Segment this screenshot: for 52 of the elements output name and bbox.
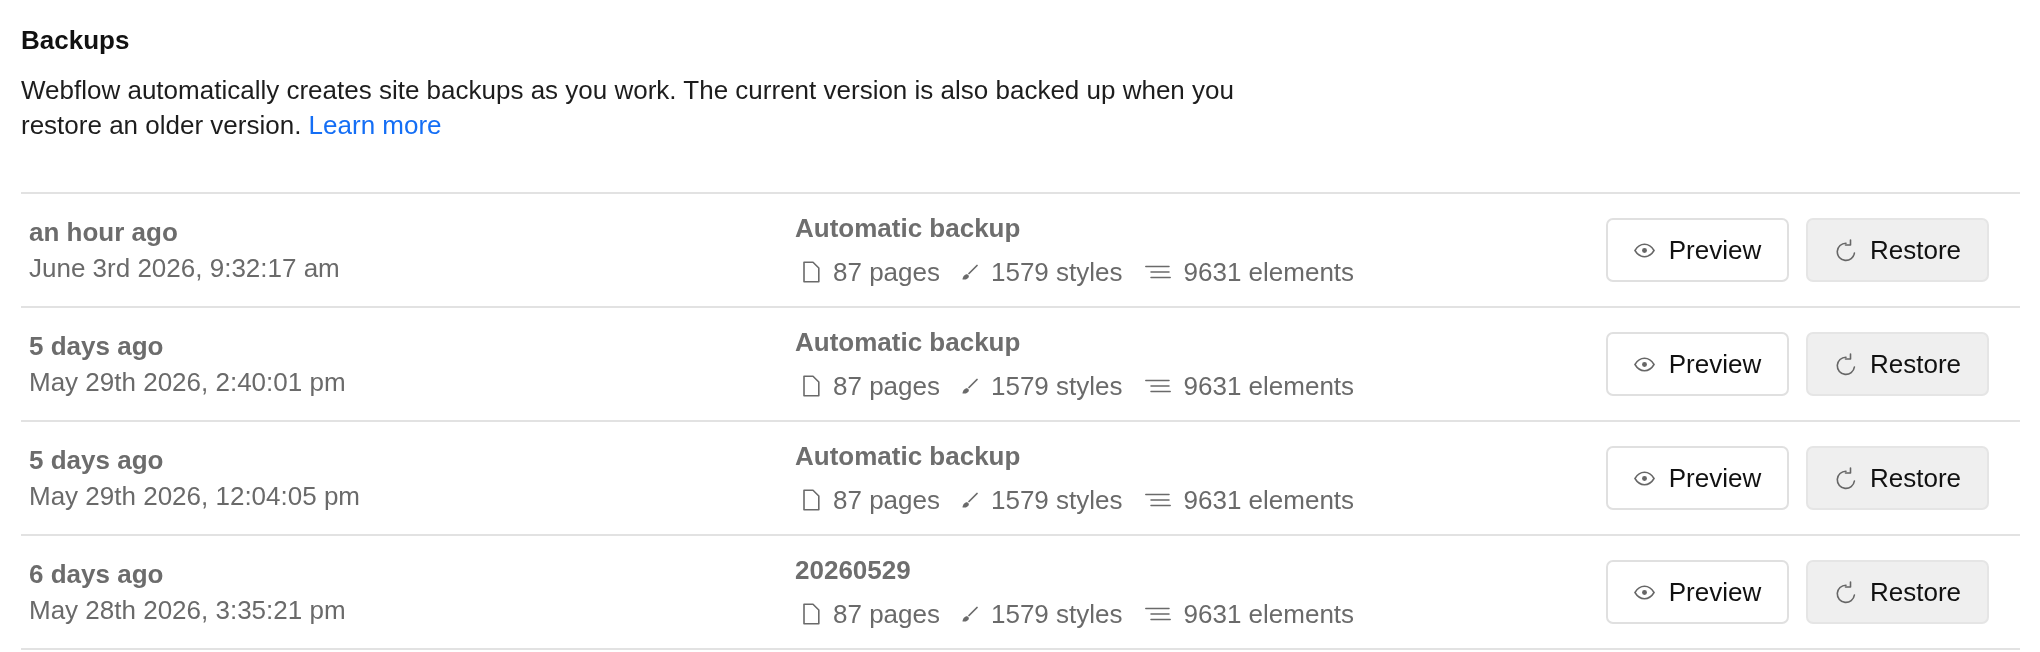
style-count: 1579 styles (991, 598, 1123, 631)
relative-time: an hour ago (29, 216, 178, 249)
stacked-lines-icon (1144, 379, 1171, 393)
preview-button[interactable]: Preview (1606, 332, 1789, 396)
backup-name: Automatic backup (795, 440, 1021, 473)
backup-name: Automatic backup (795, 326, 1021, 359)
restore-button[interactable]: Restore (1806, 560, 1989, 624)
eye-icon (1633, 584, 1655, 600)
preview-button[interactable]: Preview (1606, 560, 1789, 624)
brush-icon (962, 378, 978, 394)
backup-timestamp: May 29th 2026, 12:04:05 pm (29, 480, 360, 513)
stacked-lines-icon (1144, 607, 1171, 621)
document-icon (802, 489, 820, 511)
page-count: 87 pages (833, 256, 940, 289)
restore-button[interactable]: Restore (1806, 446, 1989, 510)
description-text: Webflow automatically creates site backups as you work. The current version is also backed up when you restore an older version. Learn more (21, 74, 1235, 142)
brush-icon (962, 492, 978, 508)
circular-arrow-icon (1833, 238, 1856, 262)
document-icon (802, 375, 820, 397)
backup-timestamp: May 28th 2026, 3:35:21 pm (29, 594, 346, 627)
brush-icon (962, 606, 978, 622)
stacked-lines-icon (1144, 493, 1171, 507)
page-count: 87 pages (833, 598, 940, 631)
preview-button[interactable]: Preview (1606, 218, 1789, 282)
page-count: 87 pages (833, 370, 940, 403)
backup-name: Automatic backup (795, 212, 1021, 245)
document-icon (802, 603, 820, 625)
eye-icon (1633, 356, 1655, 372)
eye-icon (1633, 242, 1655, 258)
restore-button[interactable]: Restore (1806, 218, 1989, 282)
page-count: 87 pages (833, 484, 940, 517)
learn-more-link[interactable]: Learn more (308, 110, 442, 140)
relative-time: 5 days ago (29, 444, 164, 477)
document-icon (802, 261, 820, 283)
style-count: 1579 styles (991, 256, 1123, 289)
section-title: Backups (21, 24, 131, 56)
style-count: 1579 styles (991, 484, 1123, 517)
relative-time: 5 days ago (29, 330, 164, 363)
element-count: 9631 elements (1183, 370, 1355, 403)
stacked-lines-icon (1144, 265, 1171, 279)
element-count: 9631 elements (1183, 484, 1355, 517)
backup-timestamp: May 29th 2026, 2:40:01 pm (29, 366, 346, 399)
element-count: 9631 elements (1183, 598, 1355, 631)
preview-button[interactable]: Preview (1606, 446, 1789, 510)
backup-timestamp: June 3rd 2026, 9:32:17 am (29, 252, 340, 285)
restore-button[interactable]: Restore (1806, 332, 1989, 396)
backup-name: 20260529 (795, 554, 911, 587)
brush-icon (962, 264, 978, 280)
eye-icon (1633, 470, 1655, 486)
element-count: 9631 elements (1183, 256, 1355, 289)
relative-time: 6 days ago (29, 558, 164, 591)
style-count: 1579 styles (991, 370, 1123, 403)
